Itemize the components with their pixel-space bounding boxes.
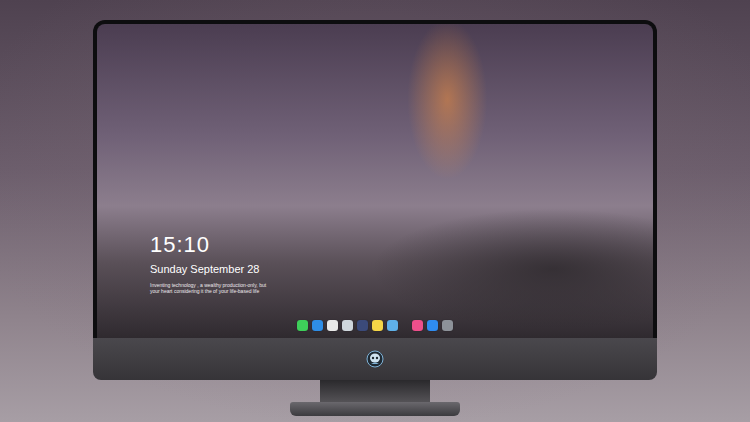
app-icon[interactable] [387, 320, 398, 331]
stand-neck [320, 380, 430, 402]
clock-time: 15:10 [150, 232, 266, 258]
app-icon[interactable] [357, 320, 368, 331]
dock-group [297, 320, 398, 331]
monitor-bezel: 15:10 Sunday September 28 Inventing techno… [93, 20, 657, 338]
lock-clock: 15:10 Sunday September 28 Inventing techno… [150, 232, 266, 294]
monitor-chin [93, 338, 657, 380]
logo-icon [366, 350, 384, 368]
app-icon[interactable] [372, 320, 383, 331]
app-icon[interactable] [442, 320, 453, 331]
app-icon[interactable] [342, 320, 353, 331]
app-icon[interactable] [312, 320, 323, 331]
quote-line: Inventing technology , a wealthy product… [150, 282, 266, 288]
quote: Inventing technology , a wealthy product… [150, 282, 266, 294]
clock-date: Sunday September 28 [150, 262, 266, 276]
app-icon[interactable] [412, 320, 423, 331]
app-icon[interactable] [427, 320, 438, 331]
desktop-screen: 15:10 Sunday September 28 Inventing techno… [97, 24, 653, 338]
quote-line: your heart considering it the of your li… [150, 288, 266, 294]
app-icon[interactable] [327, 320, 338, 331]
monitor: 15:10 Sunday September 28 Inventing techno… [93, 20, 657, 416]
dock-group [412, 320, 453, 331]
dock [297, 320, 453, 331]
app-icon[interactable] [297, 320, 308, 331]
stand-base [290, 402, 460, 416]
page: 15:10 Sunday September 28 Inventing techno… [0, 0, 750, 422]
